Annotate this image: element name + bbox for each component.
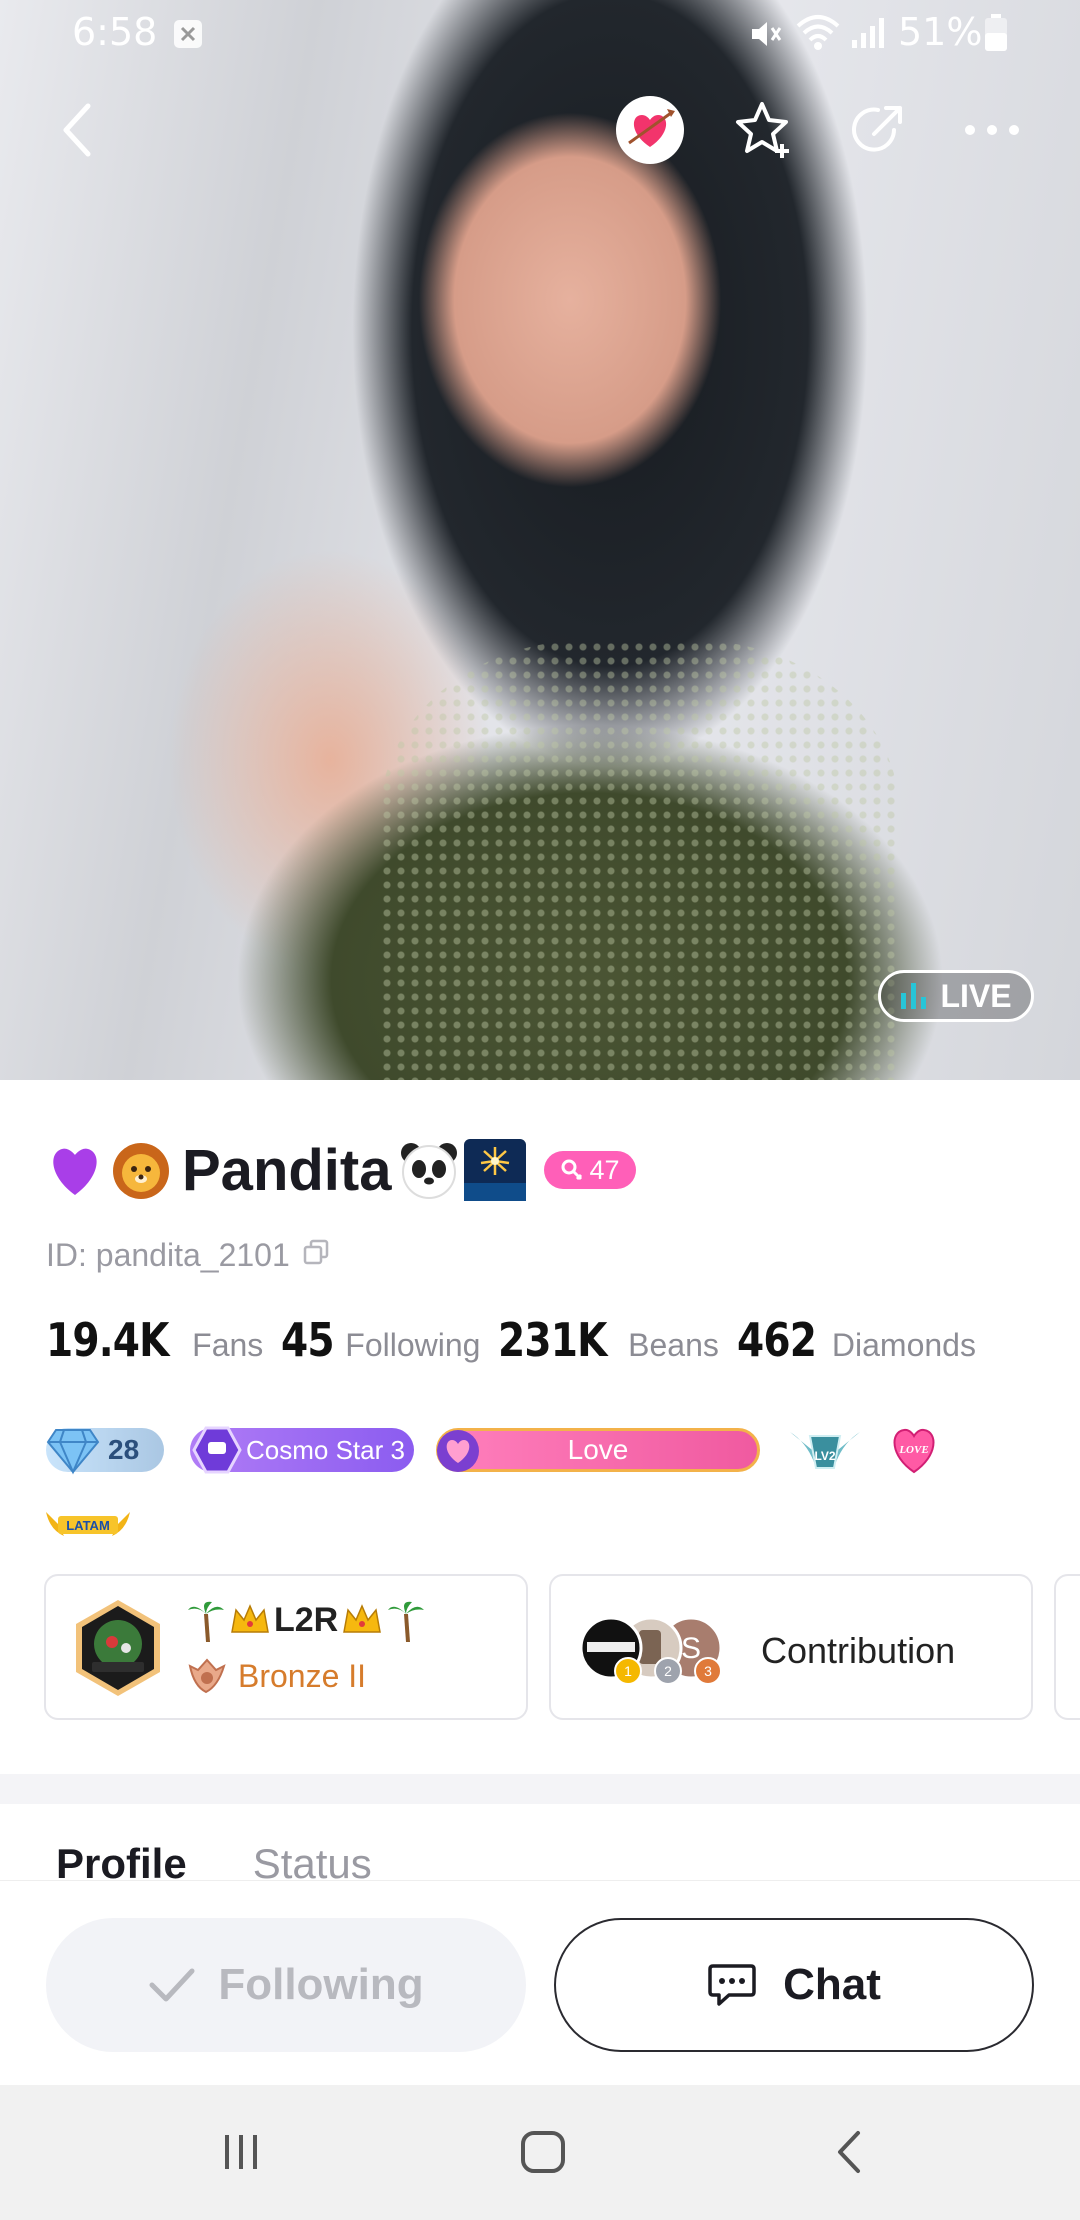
family-rank: Bronze II xyxy=(238,1657,367,1694)
chat-button[interactable]: Chat xyxy=(554,1918,1034,2052)
more-options-button[interactable] xyxy=(952,90,1032,170)
svg-text:2: 2 xyxy=(664,1663,672,1679)
palm-tree-icon xyxy=(388,1601,425,1642)
diamond-icon xyxy=(46,1429,100,1475)
family-card[interactable]: L2R Bronze II xyxy=(44,1574,528,1720)
svg-text:3: 3 xyxy=(704,1663,712,1679)
cosmo-star-label: Cosmo Star 3 xyxy=(246,1434,405,1465)
family-name-row: L2R xyxy=(186,1598,426,1642)
purple-heart-icon xyxy=(44,1139,106,1201)
rank-medal-gold: 1 xyxy=(614,1657,642,1685)
level-key-icon xyxy=(561,1159,582,1181)
following-count[interactable]: 45 xyxy=(281,1313,335,1367)
family-crest-icon xyxy=(76,1600,160,1696)
beans-label[interactable]: Beans xyxy=(628,1327,719,1364)
stats-row: 19.4K Fans 45 Following 231K Beans 462 D… xyxy=(46,1313,994,1367)
diamonds-label[interactable]: Diamonds xyxy=(832,1327,976,1364)
lion-icon xyxy=(110,1139,172,1201)
chat-bubble-icon xyxy=(708,1964,756,2006)
beans-count[interactable]: 231K xyxy=(498,1313,607,1367)
bronze-rank-icon xyxy=(188,1658,226,1694)
cupid-heart-button[interactable] xyxy=(610,90,690,170)
live-label: LIVE xyxy=(940,977,1012,1014)
following-label: Following xyxy=(218,1960,424,2009)
wifi-icon xyxy=(796,14,840,52)
fans-label[interactable]: Fans xyxy=(192,1327,263,1364)
profile-name-row: Pandita 47 xyxy=(44,1135,636,1205)
love-heart-text: LOVE xyxy=(898,1444,928,1456)
latam-text: LATAM xyxy=(66,1518,110,1533)
system-navigation-bar xyxy=(0,2085,1080,2220)
section-divider xyxy=(0,1774,1080,1804)
love-heart-icon xyxy=(437,1430,479,1472)
mute-icon xyxy=(748,16,784,52)
user-id: ID: pandita_2101 xyxy=(46,1237,290,1273)
following-label[interactable]: Following xyxy=(345,1327,480,1364)
bottom-action-bar: Following Chat xyxy=(0,1880,1080,2086)
share-button[interactable] xyxy=(838,90,918,170)
level-badge: 47 xyxy=(543,1151,636,1189)
following-button[interactable]: Following xyxy=(46,1918,526,2052)
diamond-level-value: 28 xyxy=(108,1434,140,1465)
winged-lv-badge[interactable]: LV2 xyxy=(788,1422,862,1478)
checkmark-icon xyxy=(149,1968,195,2002)
copy-icon[interactable] xyxy=(302,1237,330,1274)
palm-tree-icon xyxy=(188,1601,224,1642)
fans-count[interactable]: 19.4K xyxy=(46,1313,169,1367)
love-heart-badge[interactable]: LOVE xyxy=(888,1424,940,1476)
family-rank-row: Bronze II xyxy=(186,1656,366,1696)
cosmo-hexagon-icon xyxy=(192,1426,242,1474)
battery-icon xyxy=(984,14,1008,52)
recent-apps-button[interactable] xyxy=(216,2127,266,2182)
fireworks-icon xyxy=(463,1139,526,1201)
contribution-card[interactable]: S 1 2 3 Contribution xyxy=(549,1574,1033,1720)
live-bars-icon xyxy=(901,983,927,1009)
status-time: 6:58 xyxy=(72,10,158,54)
love-label: Love xyxy=(567,1434,629,1465)
rank-medal-bronze: 3 xyxy=(694,1657,722,1685)
contribution-label: Contribution xyxy=(761,1630,956,1671)
next-card-peek[interactable] xyxy=(1054,1574,1080,1720)
home-button[interactable] xyxy=(518,2127,568,2182)
back-button[interactable] xyxy=(36,90,116,170)
photo-texture xyxy=(380,640,900,1080)
top-contributors: S 1 2 3 xyxy=(579,1616,739,1686)
crown-icon xyxy=(343,1604,382,1633)
family-name: L2R xyxy=(274,1600,339,1639)
crown-icon xyxy=(231,1604,269,1633)
diamonds-count[interactable]: 462 xyxy=(737,1313,817,1367)
love-badge[interactable]: Love xyxy=(436,1428,760,1472)
diamond-level-badge[interactable]: 28 xyxy=(46,1428,164,1475)
system-back-button[interactable] xyxy=(824,2127,874,2182)
status-bar: 6:58 51% xyxy=(0,0,1080,70)
favorite-star-button[interactable] xyxy=(724,90,804,170)
panda-icon xyxy=(398,1139,460,1201)
live-badge[interactable]: LIVE xyxy=(878,970,1034,1022)
profile-name: Pandita xyxy=(182,1137,392,1203)
profile-photo[interactable] xyxy=(0,0,1080,1080)
signal-icon xyxy=(850,16,890,50)
chat-label: Chat xyxy=(783,1960,881,2009)
notification-icon xyxy=(172,18,204,50)
level-value: 47 xyxy=(589,1154,620,1185)
cosmo-star-badge[interactable]: Cosmo Star 3 xyxy=(190,1426,414,1474)
wing-badge-text: LV2 xyxy=(814,1449,835,1463)
battery-percent: 51% xyxy=(898,10,983,54)
user-id-row: ID: pandita_2101 xyxy=(46,1237,330,1274)
rank-medal-silver: 2 xyxy=(654,1657,682,1685)
latam-badge[interactable]: LATAM xyxy=(44,1504,132,1544)
svg-text:1: 1 xyxy=(624,1663,632,1679)
